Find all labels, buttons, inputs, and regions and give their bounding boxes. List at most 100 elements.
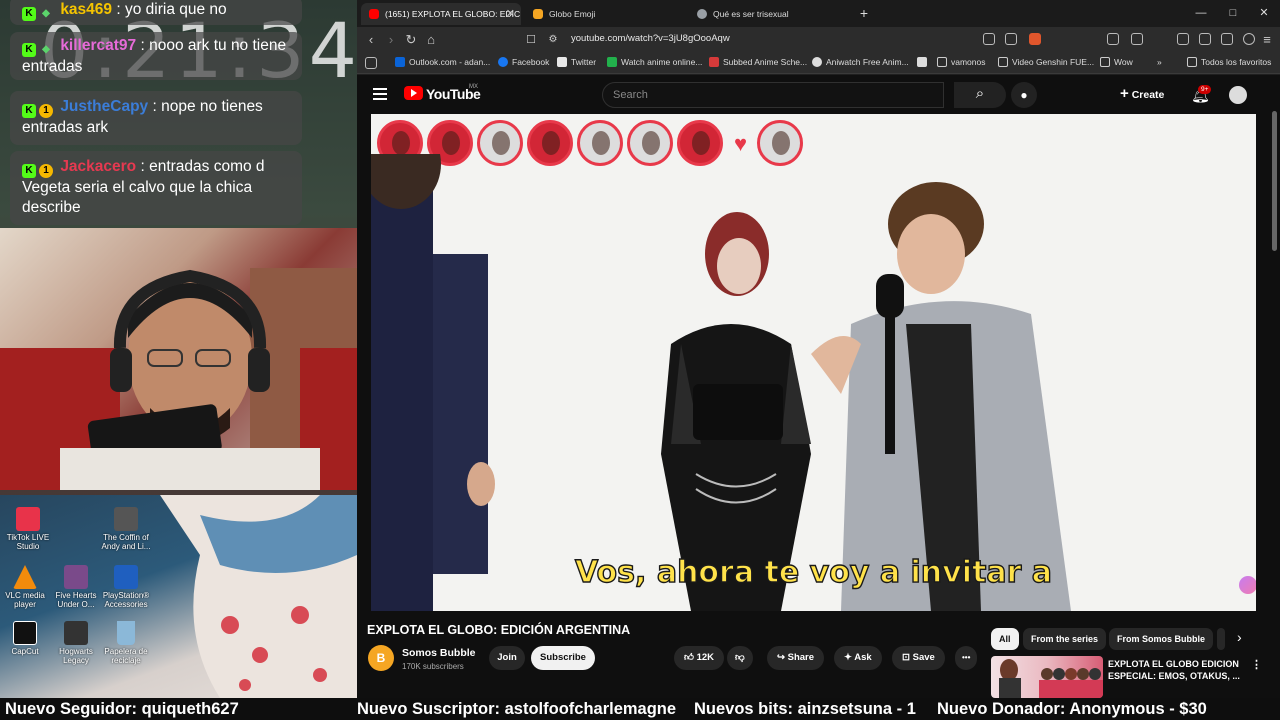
maximize-button[interactable]: □: [1217, 0, 1249, 27]
chat-username: kas469: [60, 1, 113, 18]
sub-badge-icon: 1: [39, 104, 53, 118]
hamburger-menu-icon[interactable]: [373, 88, 387, 100]
bookmark-page-button[interactable]: ☐: [521, 30, 541, 50]
sidebar-icon[interactable]: [1199, 33, 1211, 45]
chip-from-series[interactable]: From the series: [1023, 628, 1107, 650]
desktop-icon-recycle-bin[interactable]: Papelera de reciclaje: [98, 621, 154, 665]
bookmark-folder-vamonos[interactable]: vamonos: [937, 57, 986, 67]
bookmarks-overflow-button[interactable]: »: [1147, 57, 1162, 67]
chat-text: : yo diria que no: [116, 1, 227, 18]
tab-trisexual[interactable]: Qué es ser trisexual: [689, 3, 849, 25]
bookmark-folder-genshin[interactable]: Video Genshin FUE...: [998, 57, 1094, 67]
like-button[interactable]: 👍︎ 12K: [674, 646, 725, 670]
plus-icon: +: [1120, 85, 1129, 102]
chip-partial[interactable]: [1217, 628, 1225, 650]
save-button[interactable]: ⊡ Save: [892, 646, 945, 670]
search-button[interactable]: ⌕: [954, 82, 1006, 108]
new-subscriber-alert: Nuevo Suscriptor: astolfoofcharlemagne: [357, 700, 677, 718]
more-actions-button[interactable]: •••: [955, 646, 978, 670]
desktop-icon-five-hearts[interactable]: Five Hearts Under O...: [48, 565, 104, 609]
back-button[interactable]: ‹: [361, 30, 381, 50]
channel-subscribers: 170K subscribers: [402, 662, 464, 671]
account-avatar[interactable]: [1229, 86, 1247, 104]
share-page-icon[interactable]: [1005, 33, 1017, 45]
page-scrollbar[interactable]: [1269, 75, 1279, 695]
tab-youtube[interactable]: (1651) EXPLOTA EL GLOBO: EDIC ✕: [361, 3, 521, 25]
game-icon: [64, 621, 88, 645]
like-count: 12K: [696, 652, 715, 663]
desktop-icon-hogwarts[interactable]: Hogwarts Legacy: [48, 621, 104, 665]
video-player[interactable]: ♥ Vos, ahora te voy a invitar a: [371, 114, 1256, 611]
desktop-icon-playstation[interactable]: PlayStation® Accessories: [98, 565, 154, 609]
desktop-icon-capcut[interactable]: CapCut: [0, 621, 53, 656]
join-button[interactable]: Join: [489, 646, 525, 670]
url-field[interactable]: youtube.com/watch?v=3jU8gOooAqw: [571, 33, 730, 44]
recommended-thumbnail[interactable]: [991, 656, 1103, 698]
wallet-icon[interactable]: [1221, 33, 1233, 45]
desktop-icon-vlc[interactable]: VLC media player: [0, 565, 53, 609]
reload-button[interactable]: ↻: [401, 30, 421, 50]
subscribe-button[interactable]: Subscribe: [531, 646, 595, 670]
reader-icon[interactable]: [1131, 33, 1143, 45]
folder-icon: [998, 57, 1008, 67]
desktop-area: TikTok LIVE Studio The Coffin of Andy an…: [0, 495, 357, 698]
chat-username: JustheCapy: [60, 98, 149, 115]
sparkle-icon: ✦: [844, 652, 852, 663]
facebook-icon: [498, 57, 508, 67]
folder-icon: [937, 57, 947, 67]
ask-button[interactable]: ✦ Ask: [834, 646, 882, 670]
webcam-person-illustration: [0, 268, 357, 490]
cast-icon[interactable]: [983, 33, 995, 45]
youtube-page: YouTube MX Search ⌕ ● + Create 🔔︎ 9+ ♥ V…: [357, 75, 1280, 698]
bookmark-label: Twitter: [571, 57, 597, 67]
site-info-icon[interactable]: ⚙: [543, 30, 563, 50]
new-donor-alert: Nuevo Donador: Anonymous - $30: [937, 700, 1207, 718]
apps-grid-icon[interactable]: [365, 57, 377, 69]
bookmark-twitter[interactable]: Twitter: [557, 57, 596, 67]
share-button[interactable]: ↪ Share: [767, 646, 825, 670]
bookmark-outlook[interactable]: Outlook.com - adan...: [395, 57, 490, 67]
channel-watermark-icon: [1239, 576, 1256, 594]
search-input[interactable]: Search: [602, 82, 944, 108]
desktop-icon-tiktok-live[interactable]: TikTok LIVE Studio: [0, 507, 56, 551]
chip-from-channel[interactable]: From Somos Bubble: [1109, 628, 1214, 650]
channel-name[interactable]: Somos Bubble: [402, 647, 476, 659]
menu-button[interactable]: ≡: [1257, 30, 1277, 50]
bookmark-folder-wow[interactable]: Wow: [1100, 57, 1133, 67]
extensions-icon[interactable]: [1107, 33, 1119, 45]
dislike-button[interactable]: 👎︎: [727, 646, 753, 670]
chip-all[interactable]: All: [991, 628, 1019, 650]
recommended-title[interactable]: EXPLOTA EL GLOBO EDICION ESPECIAL: EMOS,…: [1108, 658, 1248, 682]
scrollbar-thumb[interactable]: [1272, 111, 1277, 251]
home-button[interactable]: ⌂: [421, 30, 441, 50]
bookmark-watch-anime[interactable]: Watch anime online...: [607, 57, 702, 67]
chat-username: Jackacero: [60, 158, 137, 175]
close-tab-icon[interactable]: ✕: [506, 3, 515, 25]
tab-globo-emoji[interactable]: Globo Emoji: [525, 3, 685, 25]
bookmark-facebook[interactable]: Facebook: [498, 57, 549, 67]
minimize-button[interactable]: —: [1185, 0, 1217, 27]
kick-badge-icon: K: [22, 43, 36, 57]
recommended-more-icon[interactable]: ⋮: [1251, 658, 1262, 671]
create-button[interactable]: + Create: [1120, 85, 1164, 102]
youtube-logo-icon[interactable]: [404, 86, 423, 100]
desktop-icon-label: The Coffin of Andy and Li...: [101, 533, 151, 551]
bookmark-label: Subbed Anime Sche...: [723, 57, 808, 67]
brave-shield-icon[interactable]: [1029, 33, 1041, 45]
chips-next-arrow-icon[interactable]: ›: [1237, 629, 1242, 645]
close-window-button[interactable]: ✕: [1248, 0, 1280, 27]
channel-avatar[interactable]: B: [368, 645, 394, 671]
bookmark-subbed-anime[interactable]: Subbed Anime Sche...: [709, 57, 807, 67]
create-label: Create: [1131, 89, 1165, 101]
game-icon: [114, 507, 138, 531]
vpn-icon[interactable]: [1243, 33, 1255, 45]
video-title: EXPLOTA EL GLOBO: EDICIÓN ARGENTINA: [367, 623, 631, 637]
new-tab-button[interactable]: +: [848, 0, 880, 27]
media-icon[interactable]: [1177, 33, 1189, 45]
bookmark-aniwatch[interactable]: Aniwatch Free Anim...: [812, 57, 909, 67]
desktop-icon-coffin[interactable]: The Coffin of Andy and Li...: [98, 507, 154, 551]
forward-button[interactable]: ›: [381, 30, 401, 50]
chat-message: K ◆ killercat97 : nooo ark tu no tiene en…: [10, 32, 302, 80]
all-favorites-folder[interactable]: Todos los favoritos: [1187, 57, 1271, 67]
voice-search-button[interactable]: ●: [1011, 82, 1037, 108]
